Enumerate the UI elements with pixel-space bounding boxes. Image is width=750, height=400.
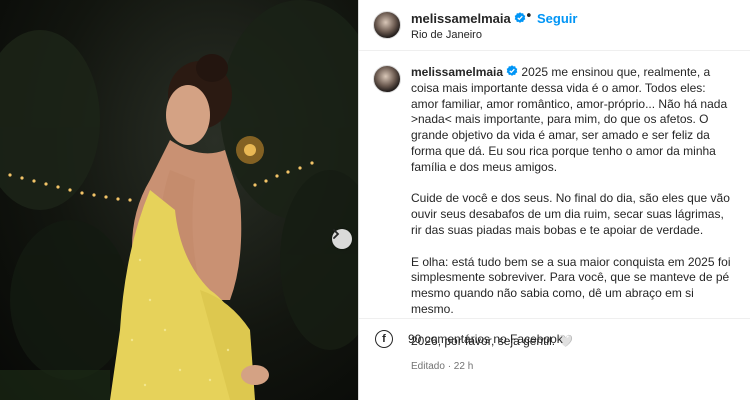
caption-paragraph-2: Cuide de você e dos seus. No final do di…: [411, 191, 730, 237]
panel-divider: [358, 0, 359, 400]
caption-username[interactable]: melissamelmaia: [411, 65, 503, 79]
edited-timestamp: Editado · 22 h: [411, 361, 474, 373]
hand: [241, 365, 269, 385]
header-username[interactable]: melissamelmaia: [411, 11, 526, 26]
username-text[interactable]: melissamelmaia: [411, 11, 511, 26]
comments-count-label: 90 comentários no Facebook: [408, 332, 563, 346]
caption-avatar[interactable]: [373, 65, 401, 93]
photo-scene: [0, 0, 358, 400]
caption-paragraph-3: E olha: está tudo bem se a sua maior con…: [411, 254, 731, 316]
facebook-icon: f: [375, 330, 393, 348]
avatar[interactable]: [373, 11, 401, 39]
facebook-comments-link[interactable]: f 90 comentários no Facebook: [375, 328, 745, 350]
caption-paragraph-1: melissamelmaia 2025 me ensinou que, real…: [411, 65, 736, 176]
post-header: melissamelmaia • Seguir Rio de Janeiro: [359, 0, 750, 51]
face: [166, 85, 210, 145]
post-photo[interactable]: [0, 0, 358, 400]
caption-body-1: 2025 me ensinou que, realmente, a coisa …: [411, 65, 728, 174]
chevron-right-icon: [333, 229, 340, 239]
verified-badge-icon: [514, 12, 526, 23]
separator-dot: •: [525, 9, 533, 24]
next-photo-button[interactable]: [332, 229, 352, 249]
follow-button[interactable]: Seguir: [537, 11, 577, 26]
comments-divider: [359, 318, 750, 319]
location-link[interactable]: Rio de Janeiro: [411, 29, 482, 41]
verified-badge-icon: [506, 65, 518, 76]
